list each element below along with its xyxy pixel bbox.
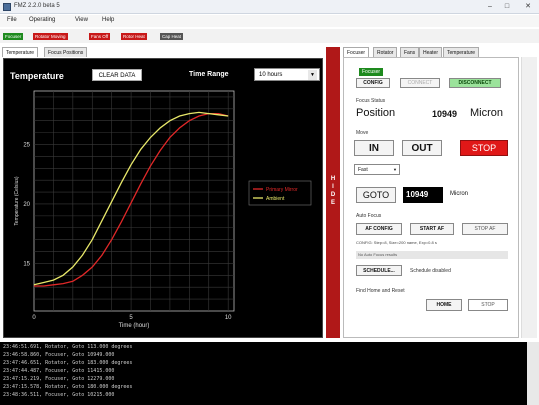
legend-label: Ambient [266,196,285,202]
menu-help[interactable]: Help [102,17,114,23]
window-title: FMZ 2.2.0 beta 5 [14,3,60,9]
x-tick-label: 0 [32,315,36,321]
log-scrollbar[interactable] [527,342,539,405]
plot-area [33,90,235,312]
af-config-info: CONFIG: Step=8, Size=200 name, Exp=0.8 s [356,240,437,245]
log-line: 23:47:46.651, Rotator, Goto 183.000 degr… [3,360,133,366]
hide-panel-button[interactable]: HIDE [326,47,340,338]
log-line: 23:48:36.511, Focuser, Goto 10215.000 [3,392,115,398]
chevron-down-icon: ▼ [308,70,317,80]
hide-label: HIDE [330,176,336,206]
close-icon[interactable]: ✕ [519,2,537,12]
log-line: 23:47:15.578, Rotator, Goto 180.000 degr… [3,384,133,390]
maximize-icon[interactable]: □ [500,2,514,12]
legend-label: Primary Mirror [266,187,298,193]
clear-data-button[interactable]: CLEAR DATA [92,69,142,81]
log-line: 23:46:51.691, Rotator, Goto 113.000 degr… [3,344,133,350]
speed-value: Fast [358,167,368,173]
start-af-button[interactable]: START AF [410,223,454,235]
chart-legend: Primary Mirror Ambient [248,180,312,206]
tab-focus-positions[interactable]: Focus Positions [44,47,88,57]
x-tick-label: 10 [225,315,232,321]
time-range-value: 10 hours [259,72,283,78]
tab-heater[interactable]: Heater [419,47,443,57]
menu-operating[interactable]: Operating [29,17,55,23]
status-strip: Focuser Rotator Moving Fans Off Rotor He… [0,29,539,43]
in-button[interactable]: IN [354,140,394,156]
title-bar: FMZ 2.2.0 beta 5 – □ ✕ [0,0,539,14]
y-tick-label: 20 [23,202,30,208]
log-console: 23:46:51.691, Rotator, Goto 113.000 degr… [0,342,539,405]
out-button[interactable]: OUT [402,140,442,156]
x-tick-label: 5 [129,315,133,321]
speed-select[interactable]: Fast ▼ [354,164,400,175]
move-label: Move [356,130,369,136]
focus-status-label: Focus Status [356,98,386,104]
stop-button[interactable]: STOP [460,140,508,156]
af-results-bar: No Auto Focus results [356,251,508,259]
chart-x-label: Time (hour) [119,323,150,329]
status-rotor-heat: Rotor Heat [121,33,147,40]
menu-bar: File Operating View Help [0,15,539,27]
focuser-panel: Focuser CONFIG CONNECT DISCONNECT Focus … [343,57,519,338]
goto-input[interactable]: 10949 [403,187,443,203]
goto-unit: Micron [450,191,469,197]
y-tick-label: 25 [23,143,30,149]
connect-button[interactable]: CONNECT [400,78,440,88]
graph-title: Temperature [10,71,64,81]
status-cap-heat: Cap Heat [160,33,184,40]
af-results-text: No Auto Focus results [358,252,398,257]
stop-home-button[interactable]: STOP [468,299,508,311]
chevron-down-icon: ▼ [393,167,397,172]
af-config-button[interactable]: AF CONFIG [356,223,402,235]
menu-view[interactable]: View [75,17,88,23]
position-label: Position [356,107,396,119]
tab-temperature-right[interactable]: Temperature [443,47,480,57]
schedule-button[interactable]: SCHEDULE... [356,265,402,276]
minimize-icon[interactable]: – [483,2,497,12]
chart-y-label: Temperature (Celsius) [14,176,20,226]
chart-grid [33,90,235,312]
goto-button[interactable]: GOTO [356,187,396,203]
tab-temperature[interactable]: Temperature [2,47,39,57]
temperature-chart: 0 5 10 15 20 25 Time (hour) Temperature (Cels… [14,90,312,329]
menu-file[interactable]: File [7,17,17,23]
find-home-label: Find Home and Reset [356,288,405,294]
schedule-status: Schedule disabled [410,268,451,274]
home-button[interactable]: HOME [426,299,462,311]
status-fans: Fans Off [89,33,111,40]
log-line: 23:46:58.860, Focuser, Goto 10949.000 [3,352,115,358]
status-rotator: Rotator Moving [33,33,68,40]
position-value: 10949 [432,109,458,119]
right-panel-scrollbar[interactable] [521,57,537,338]
time-range-label: Time Range [189,71,229,78]
focuser-badge: Focuser [359,68,384,76]
temperature-graph-panel: Temperature CLEAR DATA Time Range 10 hou… [3,58,323,338]
app-icon [3,3,11,11]
tab-focuser[interactable]: Focuser [343,47,370,57]
log-line: 23:47:15.219, Focuser, Goto 12279.000 [3,376,115,382]
config-button[interactable]: CONFIG [356,78,390,88]
y-tick-label: 15 [23,261,30,267]
autofocus-label: Auto Focus [356,213,382,219]
position-unit: Micron [470,107,504,119]
status-focuser: Focuser [3,33,24,40]
log-line: 23:47:44.487, Focuser, Goto 11415.000 [3,368,115,374]
time-range-select[interactable]: 10 hours ▼ [254,68,320,81]
stop-af-button[interactable]: STOP AF [462,223,508,235]
disconnect-button[interactable]: DISCONNECT [449,78,501,88]
tab-rotator[interactable]: Rotator [373,47,398,57]
tab-fans[interactable]: Fans [400,47,420,57]
